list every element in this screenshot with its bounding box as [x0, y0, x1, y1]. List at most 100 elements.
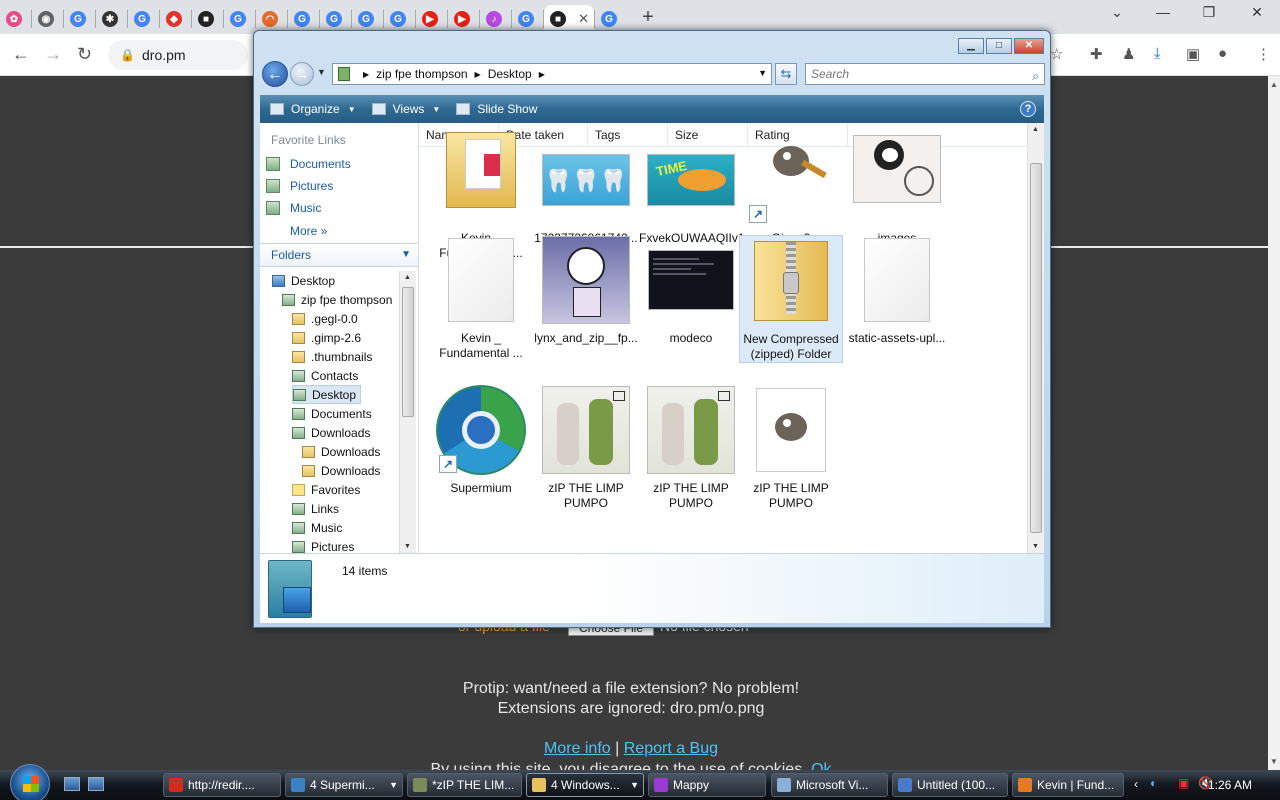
restore-button[interactable]: ❐ [1186, 4, 1232, 21]
extension-icon[interactable]: ♟ [1122, 45, 1135, 63]
tree-item[interactable]: Pictures [292, 537, 354, 553]
file-item[interactable]: TIME FxvekOUWAAQIIv1 [639, 135, 745, 246]
organize-button[interactable]: Organize ▼ [270, 102, 356, 116]
switch-windows-icon[interactable] [88, 777, 104, 791]
scroll-down-icon[interactable]: ▼ [1270, 757, 1278, 766]
scroll-thumb[interactable] [1030, 163, 1042, 533]
views-button[interactable]: Views ▼ [371, 102, 440, 116]
browser-tab[interactable]: ✿W [0, 5, 31, 33]
recent-pages-dropdown-icon[interactable]: ▼ [317, 67, 326, 77]
tree-item[interactable]: .gegl-0.0 [292, 309, 358, 328]
browser-tab[interactable]: ◠LS [256, 5, 287, 33]
browser-tab[interactable]: Gte [320, 5, 351, 33]
file-item[interactable]: ↗ Supermium [429, 385, 533, 496]
refresh-icon[interactable]: ⇆ [775, 63, 797, 85]
browser-tab[interactable]: ■av [192, 5, 223, 33]
browser-tab[interactable]: ▶pa [416, 5, 447, 33]
forward-icon[interactable]: → [44, 44, 62, 65]
tab-search-icon[interactable]: ⌄ [1094, 4, 1140, 21]
file-item[interactable]: static-assets-upl... [845, 235, 949, 346]
browser-tab[interactable]: GBl [512, 5, 543, 33]
browser-tab[interactable]: ◉Co [32, 5, 63, 33]
tray-app-icon[interactable]: ◐ [1150, 776, 1157, 790]
tree-item[interactable]: .thumbnails [292, 347, 372, 366]
close-window-button[interactable]: ✕ [1234, 4, 1280, 21]
browser-tab[interactable]: Ghtt [224, 5, 255, 33]
help-icon[interactable]: ? [1020, 101, 1036, 117]
more-info-link[interactable]: More info [544, 740, 611, 757]
explorer-minimize-button[interactable]: ▁ [958, 38, 984, 54]
taskbar-button[interactable]: http://redir.... [163, 773, 281, 797]
tree-item[interactable]: Documents [292, 404, 372, 423]
minimize-button[interactable]: — [1140, 4, 1186, 20]
new-tab-button[interactable]: + [634, 6, 662, 29]
tree-item[interactable]: zip fpe thompson [282, 290, 392, 309]
breadcrumb-item[interactable]: Desktop [488, 67, 532, 81]
file-item[interactable]: 🦷🦷🦷17237736861742... [534, 135, 638, 246]
taskbar-button[interactable]: 4 Supermi... ▼ [285, 773, 403, 797]
close-tab-icon[interactable]: ✕ [578, 11, 589, 27]
tree-item[interactable]: Contacts [292, 366, 358, 385]
browser-tab[interactable]: ▶fp [448, 5, 479, 33]
tree-item[interactable]: Downloads [292, 423, 370, 442]
tree-item[interactable]: Links [292, 499, 339, 518]
file-item[interactable]: images [845, 135, 949, 246]
page-scrollbar[interactable]: ▲ ▼ [1268, 76, 1280, 770]
file-item[interactable]: zIP THE LIMP PUMPO [739, 385, 843, 511]
download-icon[interactable]: ⤓ [1154, 45, 1161, 62]
scroll-down-icon[interactable]: ▼ [1032, 543, 1039, 550]
reload-icon[interactable]: ↻ [77, 44, 92, 65]
file-item[interactable]: New Compressed (zipped) Folder [739, 235, 843, 363]
scroll-up-icon[interactable]: ▲ [1270, 80, 1278, 89]
browser-tab[interactable]: ■ ✕ [544, 5, 594, 33]
bookmark-star-icon[interactable]: ☆ [1050, 45, 1063, 63]
file-item[interactable]: modeco [639, 235, 743, 346]
breadcrumb-arrow-icon[interactable]: ▶ [475, 70, 481, 79]
file-item[interactable]: Kevin _ Fundamental ... [429, 235, 533, 361]
nav-scrollbar[interactable]: ▲ ▼ [399, 271, 416, 553]
file-item[interactable]: zIP THE LIMP PUMPO [639, 385, 743, 511]
sidepanel-icon[interactable]: ▣ [1186, 45, 1200, 63]
network-warning-icon[interactable]: ▣ [1178, 776, 1189, 790]
explorer-maximize-button[interactable]: □ [986, 38, 1012, 54]
taskbar-button[interactable]: Untitled (100... [892, 773, 1008, 797]
address-bar[interactable]: 🔒 dro.pm [108, 40, 248, 70]
file-item[interactable]: zIP THE LIMP PUMPO [534, 385, 638, 511]
scroll-down-icon[interactable]: ▼ [404, 543, 411, 550]
favorite-link-music[interactable]: Music [266, 201, 321, 215]
scroll-thumb[interactable] [402, 287, 414, 417]
taskbar-button[interactable]: 4 Windows... ▼ [526, 773, 644, 797]
browser-tab[interactable]: Gm [384, 5, 415, 33]
browser-tab[interactable]: ◆Us [160, 5, 191, 33]
scroll-up-icon[interactable]: ▲ [404, 274, 411, 281]
extensions-icon[interactable]: ✚ [1090, 45, 1103, 63]
breadcrumb-arrow-icon[interactable]: ▶ [363, 70, 369, 79]
browser-tab[interactable]: Gon [352, 5, 383, 33]
breadcrumb-arrow-icon[interactable]: ▶ [539, 70, 545, 79]
favorite-link-pictures[interactable]: Pictures [266, 179, 333, 193]
search-icon[interactable]: ⌕ [1032, 66, 1039, 86]
menu-icon[interactable]: ⋮ [1256, 45, 1271, 63]
taskbar-button[interactable]: Microsoft Vi... [771, 773, 888, 797]
tray-expand-icon[interactable]: ‹ [1134, 777, 1138, 791]
clock[interactable]: 1:26 AM [1208, 778, 1252, 792]
scroll-up-icon[interactable]: ▲ [1032, 126, 1039, 133]
address-dropdown-icon[interactable]: ▼ [758, 68, 767, 78]
show-desktop-icon[interactable] [64, 777, 80, 791]
tree-item[interactable]: .gimp-2.6 [292, 328, 361, 347]
tree-item[interactable]: Downloads [302, 442, 380, 461]
browser-tab[interactable]: ♪Bu [480, 5, 511, 33]
profile-icon[interactable]: ● [1218, 45, 1227, 62]
tree-item[interactable]: Favorites [292, 480, 360, 499]
tree-item[interactable]: Music [292, 518, 342, 537]
explorer-back-button[interactable]: ← [262, 61, 288, 87]
back-icon[interactable]: ← [12, 44, 30, 65]
browser-tab[interactable]: Grlo [288, 5, 319, 33]
cookie-ok-link[interactable]: Ok [811, 761, 831, 770]
slideshow-button[interactable]: Slide Show [456, 102, 537, 116]
browser-tab[interactable]: GId [128, 5, 159, 33]
report-bug-link[interactable]: Report a Bug [624, 740, 718, 757]
taskbar-button[interactable]: Kevin | Fund... [1012, 773, 1124, 797]
taskbar-button[interactable]: Mappy [648, 773, 766, 797]
explorer-close-button[interactable]: ✕ [1014, 38, 1044, 54]
